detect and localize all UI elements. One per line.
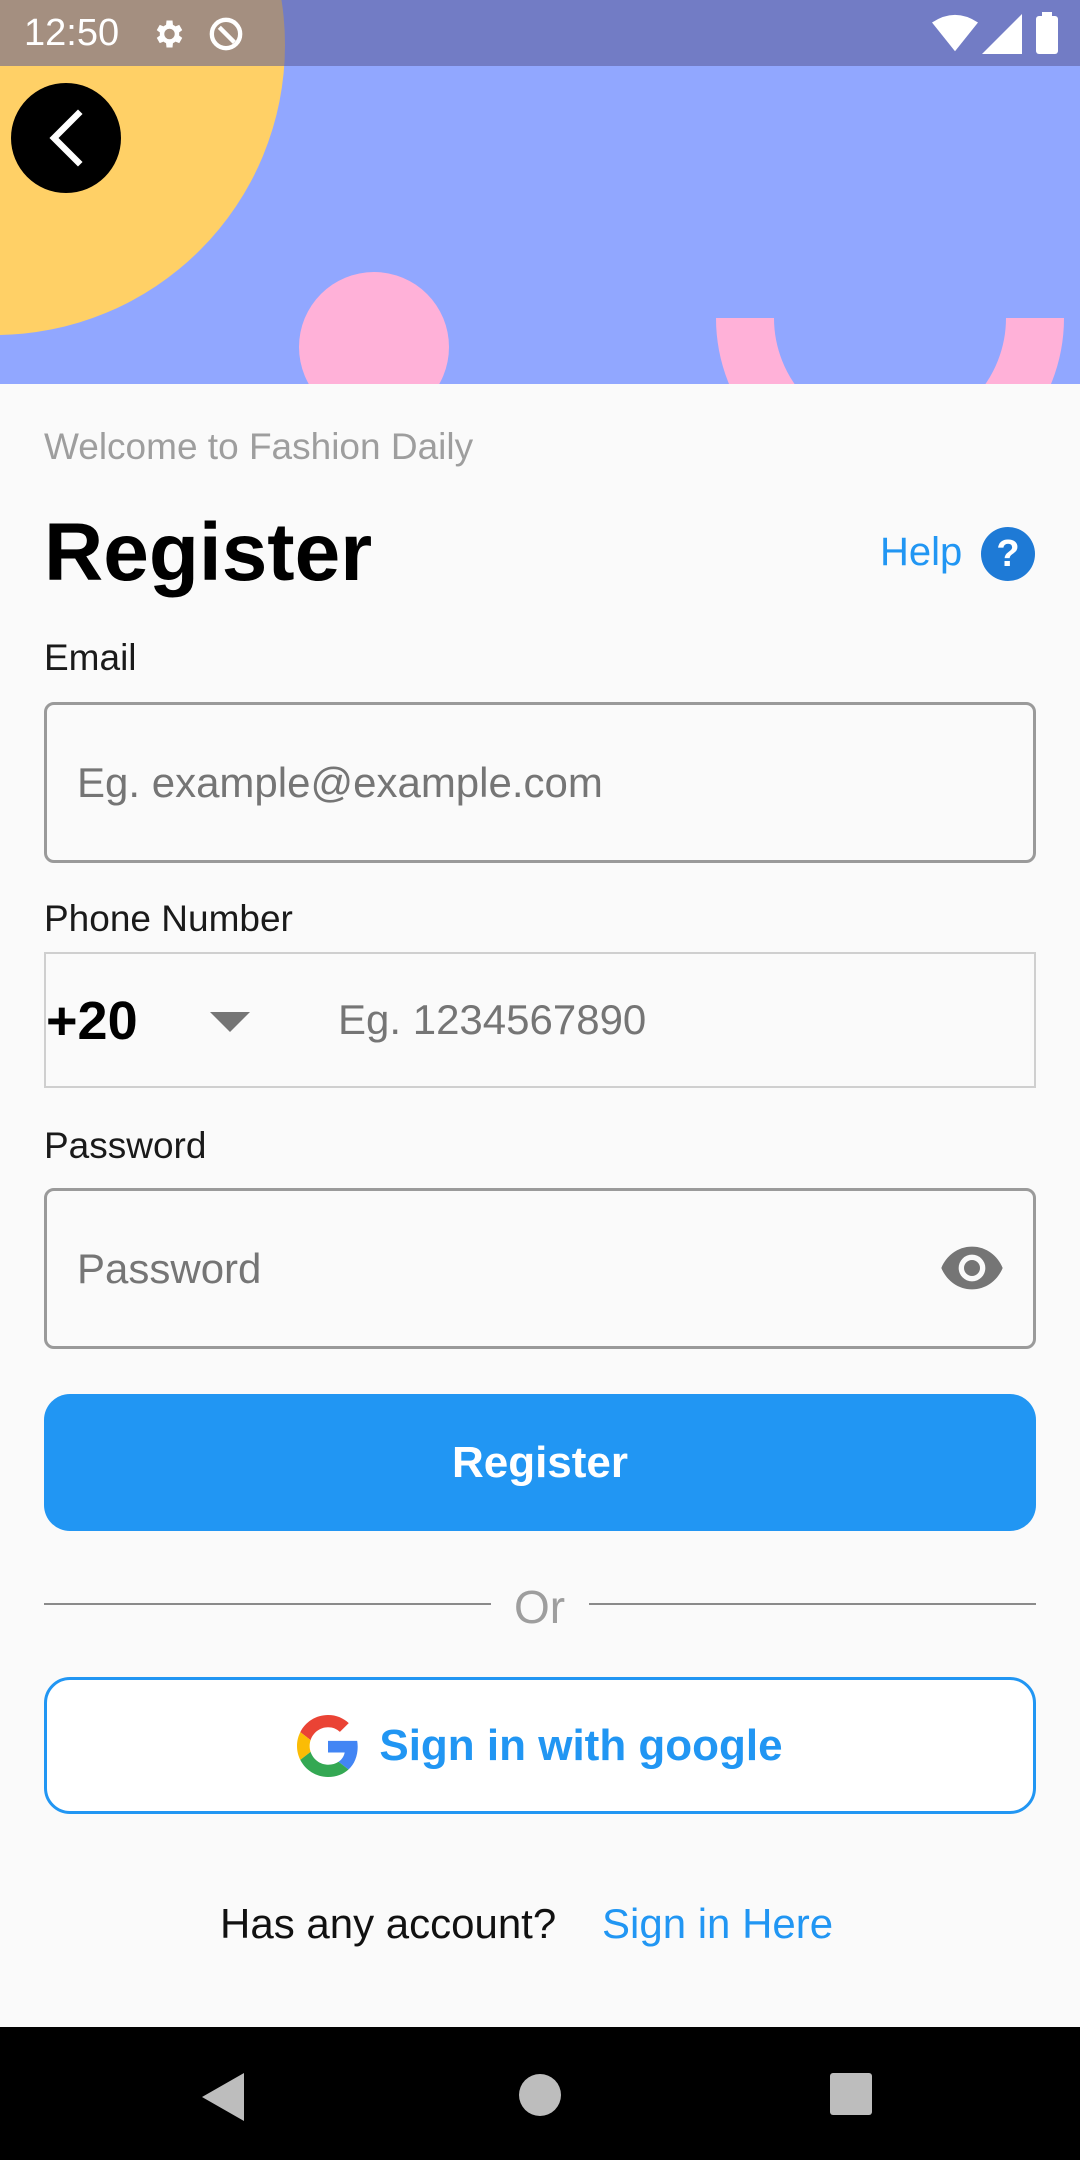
email-label: Email [44,637,137,678]
password-label: Password [44,1125,207,1166]
has-account-text: Has any account? [220,1900,557,1947]
settings-icon [156,20,183,48]
signal-icon [982,14,1022,54]
battery-icon [1036,12,1058,54]
phone-input[interactable]: Eg. 1234567890 [338,996,646,1044]
register-button[interactable]: Register [44,1394,1036,1531]
wifi-icon [932,14,978,52]
phone-label: Phone Number [44,898,293,939]
sign-in-link[interactable]: Sign in Here [602,1900,833,1948]
recents-square-icon[interactable] [830,2073,872,2115]
email-placeholder: Eg. example@example.com [77,759,603,806]
password-field[interactable]: Password [44,1188,1036,1349]
password-placeholder: Password [77,1245,262,1292]
back-triangle-icon[interactable] [202,2073,246,2121]
google-icon [297,1714,359,1777]
pink-circle-shape [299,272,449,384]
home-circle-icon[interactable] [518,2073,562,2117]
sync-icon [209,17,243,51]
eye-icon[interactable] [940,1244,1004,1292]
navigation-bar [0,2027,1080,2160]
email-field[interactable]: Eg. example@example.com [44,702,1036,863]
divider-or: Or [514,1581,566,1633]
chevron-down-icon[interactable] [210,1012,250,1032]
google-signin-button[interactable]: Sign in with google [44,1677,1036,1814]
chevron-left-icon [49,109,83,167]
page-title: Register [44,507,373,598]
google-signin-label: Sign in with google [379,1720,783,1770]
divider-left [44,1603,491,1605]
pink-arc-shape [716,317,1064,384]
status-time: 12:50 [24,12,120,54]
back-button[interactable] [11,83,121,193]
divider-right [589,1603,1036,1605]
help-icon[interactable]: ? [981,527,1035,581]
country-code-select[interactable]: +20 [46,990,138,1052]
help-link[interactable]: Help [880,530,962,575]
welcome-text: Welcome to Fashion Daily [44,426,474,467]
